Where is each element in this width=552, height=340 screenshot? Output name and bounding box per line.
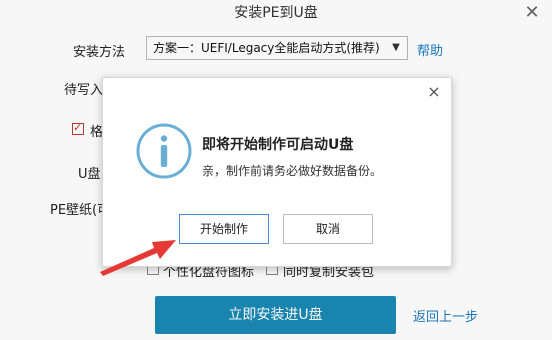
dialog-close-button[interactable]: × [425, 83, 443, 101]
annotation-arrow [100, 240, 176, 276]
start-making-button[interactable]: 开始制作 [179, 214, 269, 244]
dialog-message: 亲，制作前请务必做好数据备份。 [202, 164, 383, 178]
info-circle-icon [136, 123, 192, 179]
dialog-title: 即将开始制作可启动U盘 [202, 137, 354, 153]
cancel-button[interactable]: 取消 [283, 214, 373, 244]
